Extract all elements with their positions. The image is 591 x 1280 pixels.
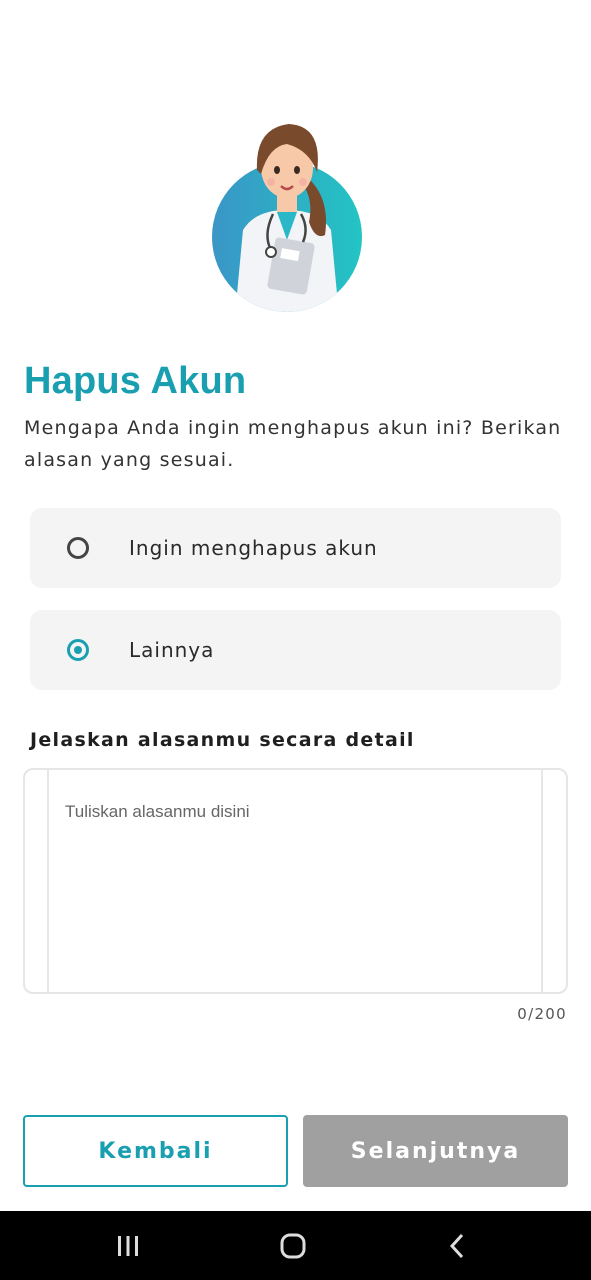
page-title: Hapus Akun (24, 360, 247, 402)
option-label: Lainnya (129, 638, 215, 662)
recent-apps-icon[interactable] (111, 1229, 145, 1263)
reason-textarea[interactable] (49, 770, 541, 992)
back-button[interactable]: Kembali (23, 1115, 288, 1187)
back-icon[interactable] (441, 1229, 475, 1263)
textarea-container (47, 770, 543, 992)
detail-label: Jelaskan alasanmu secara detail (30, 729, 415, 751)
option-delete-account[interactable]: Ingin menghapus akun (30, 508, 561, 588)
radio-unchecked-icon[interactable] (67, 537, 89, 559)
next-button[interactable]: Selanjutnya (303, 1115, 568, 1187)
page-subtitle: Mengapa Anda ingin menghapus akun ini? B… (24, 417, 562, 471)
system-navigation-bar (0, 1211, 591, 1280)
doctor-illustration (212, 124, 362, 312)
radio-checked-icon[interactable] (67, 639, 89, 661)
character-counter: 0/200 (517, 1005, 567, 1023)
option-other[interactable]: Lainnya (30, 610, 561, 690)
option-label: Ingin menghapus akun (129, 536, 378, 560)
home-icon[interactable] (276, 1229, 310, 1263)
